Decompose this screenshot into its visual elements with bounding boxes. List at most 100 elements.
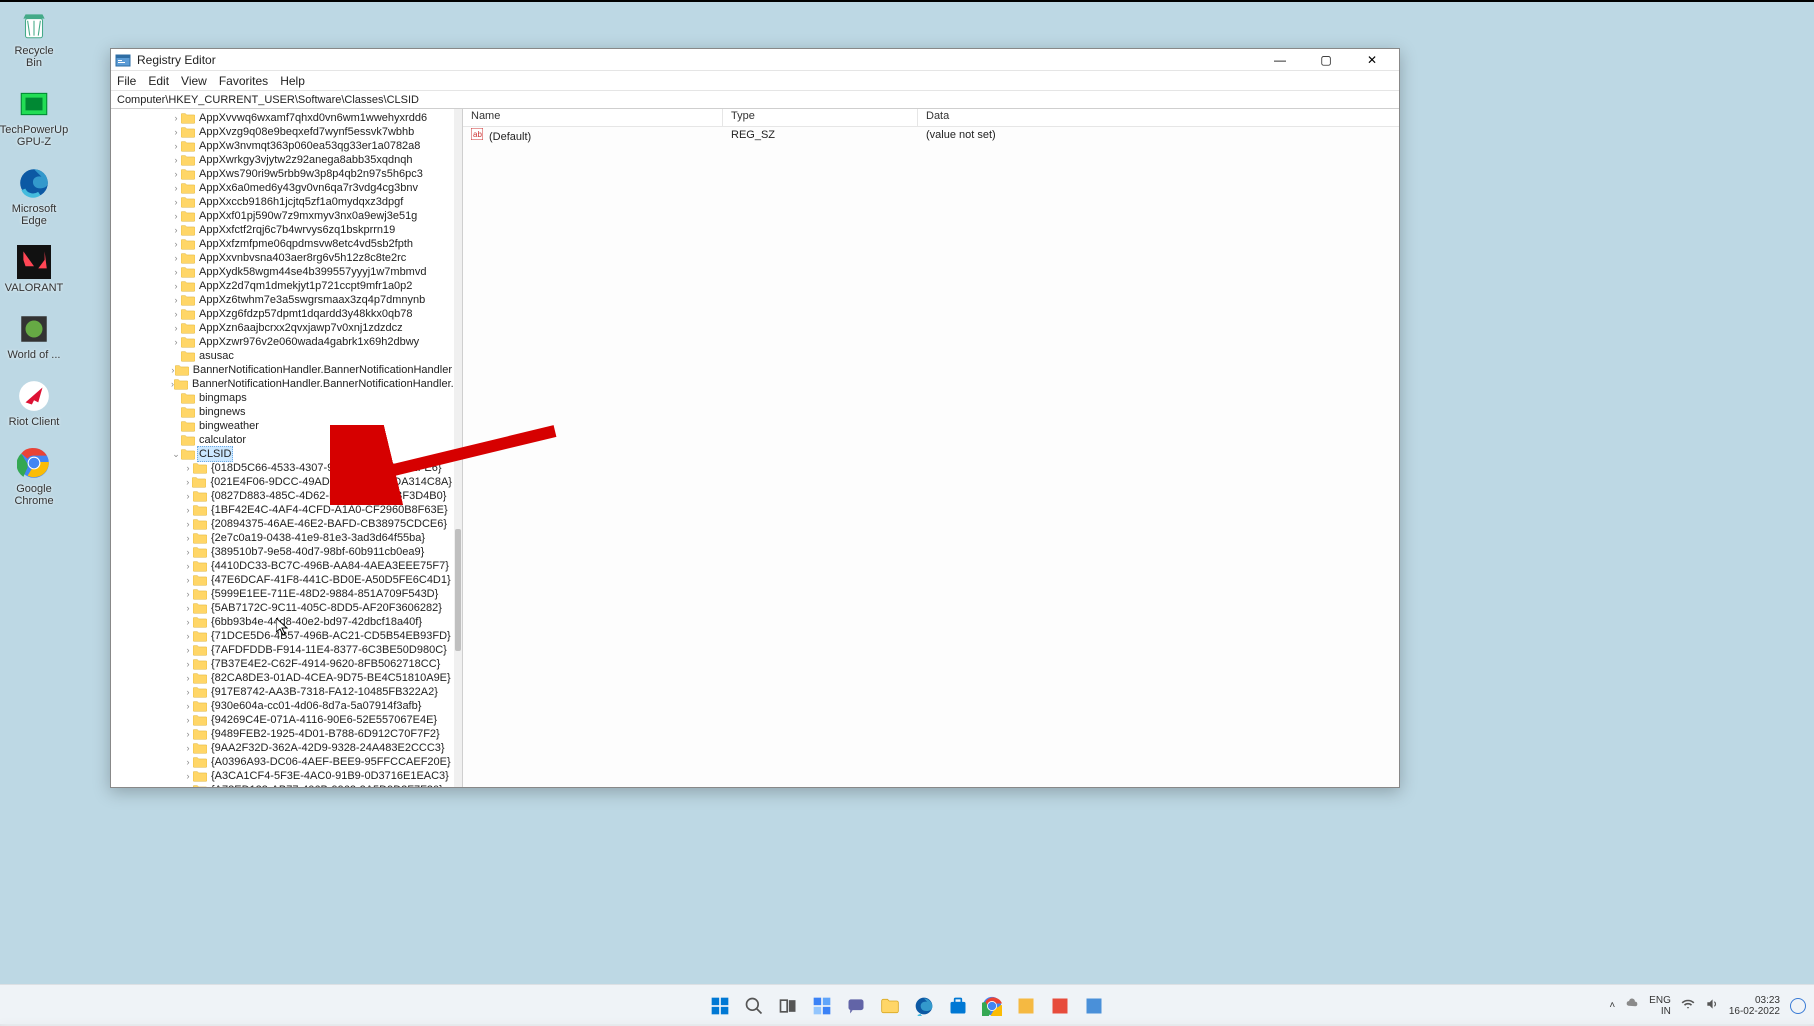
desktop-icon-recycle-bin[interactable]: Recycle Bin — [6, 8, 62, 69]
expander-icon[interactable]: › — [171, 293, 181, 307]
tree-item[interactable]: ›{82CA8DE3-01AD-4CEA-9D75-BE4C51810A9E} — [111, 671, 454, 685]
tree-item[interactable]: ›AppXxfzmfpme06qpdmsvw8etc4vd5sb2fpth — [111, 237, 454, 251]
tree-item[interactable]: ›{9489FEB2-1925-4D01-B788-6D912C70F7F2} — [111, 727, 454, 741]
expander-icon[interactable]: › — [183, 615, 193, 629]
expander-icon[interactable]: › — [183, 769, 193, 783]
tree-item[interactable]: ›{5999E1EE-711E-48D2-9884-851A709F543D} — [111, 587, 454, 601]
tree-item[interactable]: ›AppXxfctf2rqj6c7b4wrvys6zq1bskprrn19 — [111, 223, 454, 237]
tree-item[interactable]: ›{021E4F06-9DCC-49AD-88CF-ECC2DA314C8A} — [111, 475, 454, 489]
tree-item[interactable]: ›AppXxccb9186h1jcjtq5zf1a0mydqxz3dpgf — [111, 195, 454, 209]
taskbar-store-icon[interactable] — [945, 993, 971, 1019]
tree-item[interactable]: ›{2e7c0a19-0438-41e9-81e3-3ad3d64f55ba} — [111, 531, 454, 545]
desktop-icon-riot[interactable]: Riot Client — [6, 379, 62, 428]
tree-item[interactable]: ›AppXxf01pj590w7z9mxmyv3nx0a9ewj3e51g — [111, 209, 454, 223]
tree-item[interactable]: ›AppXw3nvmqt363p060ea53qg33er1a0782a8 — [111, 139, 454, 153]
expander-icon[interactable]: › — [183, 517, 193, 531]
scrollbar-thumb[interactable] — [455, 529, 461, 651]
expander-icon[interactable]: › — [171, 125, 181, 139]
tree-item[interactable]: ›AppXvzg9q08e9beqxefd7wynf5essvk7wbhb — [111, 125, 454, 139]
taskbar-edge-icon[interactable] — [911, 993, 937, 1019]
tree-item[interactable]: ›AppXvvwq6wxamf7qhxd0vn6wm1wwehyxrdd6 — [111, 111, 454, 125]
tree-item[interactable]: ›{4410DC33-BC7C-496B-AA84-4AEA3EEE75F7} — [111, 559, 454, 573]
expander-icon[interactable]: › — [183, 629, 193, 643]
desktop-icon-chrome[interactable]: Google Chrome — [6, 446, 62, 507]
tree-item[interactable]: bingmaps — [111, 391, 454, 405]
expander-icon[interactable]: › — [183, 685, 193, 699]
expander-icon[interactable]: › — [171, 279, 181, 293]
expander-icon[interactable]: › — [183, 643, 193, 657]
taskbar-app1-icon[interactable] — [1013, 993, 1039, 1019]
tree-item[interactable]: ›{7AFDFDDB-F914-11E4-8377-6C3BE50D980C} — [111, 643, 454, 657]
expander-icon[interactable]: › — [183, 559, 193, 573]
expander-icon[interactable]: › — [171, 307, 181, 321]
notifications-icon[interactable] — [1790, 998, 1806, 1014]
tree-item[interactable]: ›AppXws790ri9w5rbb9w3p8p4qb2n97s5h6pc3 — [111, 167, 454, 181]
menu-favorites[interactable]: Favorites — [219, 74, 268, 88]
expander-icon[interactable]: › — [171, 195, 181, 209]
expander-icon[interactable]: › — [183, 503, 193, 517]
tree-item[interactable]: ›{7B37E4E2-C62F-4914-9620-8FB5062718CC} — [111, 657, 454, 671]
expander-icon[interactable]: › — [171, 209, 181, 223]
menu-file[interactable]: File — [117, 74, 136, 88]
tree-item[interactable]: ›{20894375-46AE-46E2-BAFD-CB38975CDCE6} — [111, 517, 454, 531]
tree-item[interactable]: ›{47E6DCAF-41F8-441C-BD0E-A50D5FE6C4D1} — [111, 573, 454, 587]
expander-icon[interactable]: › — [183, 783, 193, 787]
col-header-type[interactable]: Type — [723, 109, 918, 126]
expander-icon[interactable]: › — [171, 223, 181, 237]
tree-item[interactable]: ›{A0396A93-DC06-4AEF-BEE9-95FFCCAEF20E} — [111, 755, 454, 769]
expander-icon[interactable]: › — [183, 601, 193, 615]
taskbar-chrome-icon[interactable] — [979, 993, 1005, 1019]
tree-item[interactable]: ›AppXzwr976v2e060wada4gabrk1x69h2dbwy — [111, 335, 454, 349]
volume-icon[interactable] — [1705, 997, 1719, 1014]
taskbar-widgets-icon[interactable] — [809, 993, 835, 1019]
close-button[interactable]: ✕ — [1349, 49, 1395, 71]
wifi-icon[interactable] — [1681, 997, 1695, 1014]
expander-icon[interactable]: › — [183, 587, 193, 601]
tree-item[interactable]: bingnews — [111, 405, 454, 419]
expander-icon[interactable]: › — [183, 531, 193, 545]
expander-icon[interactable]: › — [171, 167, 181, 181]
tree-item[interactable]: asusac — [111, 349, 454, 363]
desktop-icon-gpu-z[interactable]: TechPowerUp GPU-Z — [6, 87, 62, 148]
expander-icon[interactable]: ⌄ — [171, 447, 181, 461]
col-header-name[interactable]: Name — [463, 109, 723, 126]
titlebar[interactable]: Registry Editor — ▢ ✕ — [111, 49, 1399, 71]
expander-icon[interactable]: › — [183, 741, 193, 755]
taskbar-chat-icon[interactable] — [843, 993, 869, 1019]
expander-icon[interactable]: › — [171, 335, 181, 349]
tree-item[interactable]: ›AppXxvnbvsna403aer8rg6v5h12z8c8te2rc — [111, 251, 454, 265]
tree-item[interactable]: ›AppXydk58wgm44se4b399557yyyj1w7mbmvd — [111, 265, 454, 279]
expander-icon[interactable]: › — [171, 181, 181, 195]
tree-item[interactable]: ›AppXz2d7qm1dmekjyt1p721ccpt9mfr1a0p2 — [111, 279, 454, 293]
tree-item[interactable]: ⌄CLSID — [111, 447, 454, 461]
expander-icon[interactable]: › — [183, 755, 193, 769]
tree-item[interactable]: ›{0827D883-485C-4D62-BA2C-A332DBF3D4B0} — [111, 489, 454, 503]
expander-icon[interactable]: › — [171, 111, 181, 125]
taskbar-app2-icon[interactable] — [1047, 993, 1073, 1019]
tree-item[interactable]: calculator — [111, 433, 454, 447]
taskbar-taskview-icon[interactable] — [775, 993, 801, 1019]
value-row[interactable]: ab(Default)REG_SZ(value not set) — [463, 127, 1399, 143]
desktop-icon-edge[interactable]: Microsoft Edge — [6, 166, 62, 227]
maximize-button[interactable]: ▢ — [1303, 49, 1349, 71]
tree-item[interactable]: ›AppXx6a0med6y43gv0vn6qa7r3vdg4cg3bnv — [111, 181, 454, 195]
expander-icon[interactable]: › — [183, 671, 193, 685]
tree-item[interactable]: ›{9AA2F32D-362A-42D9-9328-24A483E2CCC3} — [111, 741, 454, 755]
expander-icon[interactable]: › — [183, 573, 193, 587]
language-indicator[interactable]: ENG IN — [1649, 995, 1671, 1017]
expander-icon[interactable]: › — [171, 153, 181, 167]
tree-item[interactable]: ›{A3CA1CF4-5F3E-4AC0-91B9-0D3716E1EAC3} — [111, 769, 454, 783]
menu-edit[interactable]: Edit — [148, 74, 169, 88]
tree-item[interactable]: ›{1BF42E4C-4AF4-4CFD-A1A0-CF2960B8F63E} — [111, 503, 454, 517]
tree-item[interactable]: ›{930e604a-cc01-4d06-8d7a-5a07914f3afb} — [111, 699, 454, 713]
desktop-icon-valorant[interactable]: VALORANT — [6, 245, 62, 294]
taskbar-explorer-icon[interactable] — [877, 993, 903, 1019]
tree-item[interactable]: ›AppXz6twhm7e3a5swgrsmaax3zq4p7dmnynb — [111, 293, 454, 307]
tree-item[interactable]: ›{018D5C66-4533-4307-9B53-224DE2ED1FE6} — [111, 461, 454, 475]
expander-icon[interactable]: › — [171, 237, 181, 251]
tree-item[interactable]: ›{917E8742-AA3B-7318-FA12-10485FB322A2} — [111, 685, 454, 699]
tree-item[interactable]: ›{389510b7-9e58-40d7-98bf-60b911cb0ea9} — [111, 545, 454, 559]
tree-pane[interactable]: ›AppXvvwq6wxamf7qhxd0vn6wm1wwehyxrdd6›Ap… — [111, 109, 463, 787]
onedrive-icon[interactable] — [1625, 997, 1639, 1014]
minimize-button[interactable]: — — [1257, 49, 1303, 71]
